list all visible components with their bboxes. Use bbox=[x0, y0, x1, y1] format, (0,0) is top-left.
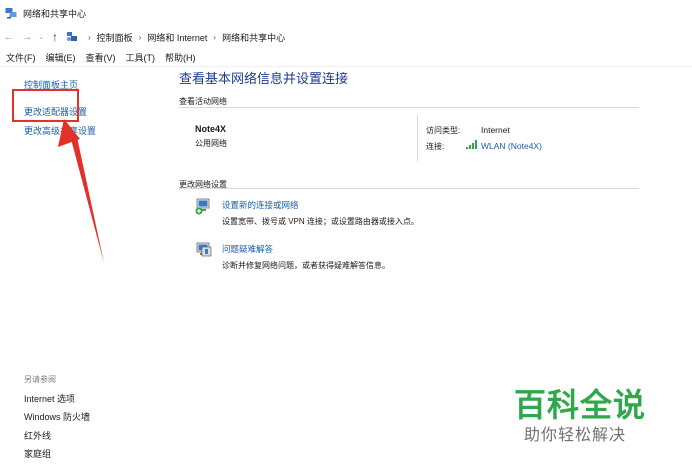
up-arrow-icon[interactable]: ↑ bbox=[46, 28, 64, 46]
see-also-homegroup[interactable]: 家庭组 bbox=[24, 447, 51, 460]
crumb-separator: › bbox=[213, 32, 217, 42]
access-type-value: Internet bbox=[481, 125, 510, 135]
menu-file[interactable]: 文件(F) bbox=[0, 51, 41, 64]
section-divider bbox=[179, 107, 639, 108]
troubleshoot-desc: 诊断并修复网络问题，或者获得疑难解答信息。 bbox=[222, 261, 390, 270]
troubleshoot-link[interactable]: 问题疑难解答 bbox=[222, 243, 273, 255]
menu-bar: 文件(F) 编辑(E) 查看(V) 工具(T) 帮助(H) bbox=[0, 49, 692, 67]
setup-connection-desc: 设置宽带、拨号或 VPN 连接；或设置路由器或接入点。 bbox=[222, 217, 419, 226]
active-networks-heading: 查看活动网络 bbox=[179, 97, 227, 106]
back-arrow-icon[interactable]: ← bbox=[0, 28, 18, 46]
watermark-slogan: 助你轻松解决 bbox=[524, 425, 627, 444]
network-sharing-icon bbox=[5, 7, 17, 19]
crumb-separator: › bbox=[88, 32, 91, 42]
page-title: 查看基本网络信息并设置连接 bbox=[179, 71, 349, 86]
left-pane: 控制面板主页 更改适配器设置 更改高级共享设置 另请参阅 Internet 选项… bbox=[0, 67, 170, 474]
crumb-control-panel[interactable]: 控制面板 bbox=[97, 31, 133, 44]
see-also-infrared[interactable]: 红外线 bbox=[24, 429, 51, 442]
section-divider bbox=[179, 188, 639, 189]
chevron-down-icon[interactable]: ⌄ bbox=[36, 28, 46, 46]
window-title: 网络和共享中心 bbox=[23, 8, 87, 19]
see-also-internet-options[interactable]: Internet 选项 bbox=[24, 392, 75, 405]
crumb-network-sharing[interactable]: 网络和共享中心 bbox=[222, 31, 285, 44]
access-type-label: 访问类型: bbox=[426, 126, 461, 135]
see-also-windows-firewall[interactable]: Windows 防火墙 bbox=[24, 410, 90, 423]
connections-label: 连接: bbox=[426, 142, 445, 151]
sidebar-link-advanced-sharing-settings[interactable]: 更改高级共享设置 bbox=[24, 124, 96, 137]
forward-arrow-icon[interactable]: → bbox=[18, 28, 36, 46]
troubleshoot-icon bbox=[194, 241, 214, 259]
new-connection-icon bbox=[194, 197, 214, 215]
wifi-signal-icon bbox=[466, 140, 478, 149]
see-also-heading: 另请参阅 bbox=[24, 375, 56, 384]
breadcrumb: › 控制面板 › 网络和 Internet › 网络和共享中心 bbox=[66, 31, 285, 44]
network-category[interactable]: 公用网络 bbox=[195, 138, 227, 149]
network-name: Note4X bbox=[195, 124, 227, 134]
menu-help[interactable]: 帮助(H) bbox=[160, 51, 201, 64]
highlight-box bbox=[12, 89, 79, 122]
title-bar: 网络和共享中心 bbox=[0, 0, 692, 26]
address-bar: ← → ⌄ ↑ › 控制面板 › 网络和 Internet › 网络和共享中心 bbox=[0, 26, 692, 48]
crumb-separator: › bbox=[138, 32, 142, 42]
menu-view[interactable]: 查看(V) bbox=[81, 51, 121, 64]
watermark-brand: 百科全说 bbox=[514, 386, 647, 424]
vertical-divider bbox=[417, 115, 418, 161]
wlan-connection-link[interactable]: WLAN (Note4X) bbox=[481, 141, 542, 151]
control-panel-icon bbox=[66, 31, 78, 43]
menu-edit[interactable]: 编辑(E) bbox=[41, 51, 81, 64]
menu-tools[interactable]: 工具(T) bbox=[121, 51, 161, 64]
crumb-network-internet[interactable]: 网络和 Internet bbox=[147, 31, 207, 44]
setup-connection-link[interactable]: 设置新的连接或网络 bbox=[222, 199, 299, 211]
